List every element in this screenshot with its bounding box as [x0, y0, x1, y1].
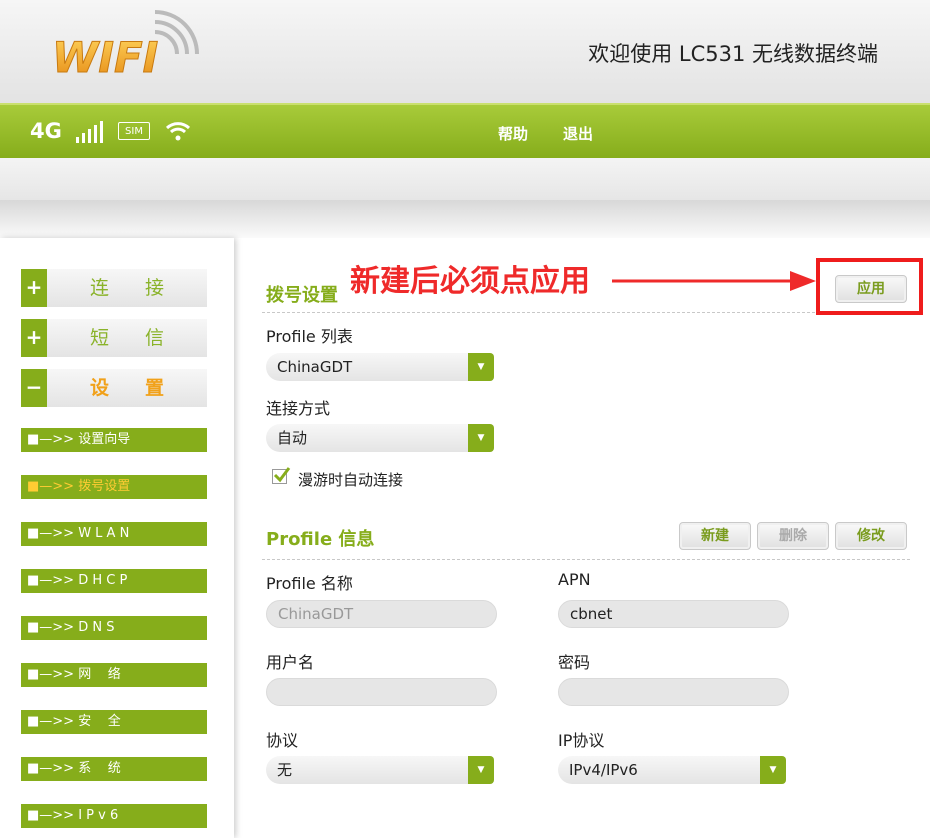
- profile-list-label: Profile 列表: [266, 327, 353, 346]
- wifi-logo: WIFI: [52, 10, 199, 83]
- expand-icon: +: [21, 319, 47, 357]
- collapse-icon: −: [21, 369, 47, 407]
- protocol-label: 协议: [266, 731, 299, 750]
- ip-protocol-select[interactable]: IPv4/IPv6 ▼: [558, 756, 786, 784]
- protocol-value: 无: [277, 761, 293, 779]
- ip-protocol-label: IP协议: [558, 731, 605, 750]
- status-bar: 4G SIM 帮助 退出: [0, 103, 930, 158]
- delete-button[interactable]: 删除: [757, 522, 829, 550]
- submenu-security[interactable]: ■—>> 安 全: [21, 710, 207, 734]
- profile-list-select[interactable]: ChinaGDT ▼: [266, 353, 494, 381]
- submenu-dhcp[interactable]: ■—>> D H C P: [21, 569, 207, 593]
- roaming-label: 漫游时自动连接: [298, 471, 404, 489]
- menu-connect[interactable]: + 连接: [21, 269, 207, 307]
- svg-text:WIFI: WIFI: [52, 33, 158, 82]
- submenu-dial-settings[interactable]: ■—>> 拨号设置: [21, 475, 207, 499]
- dropdown-arrow-icon: ▼: [468, 353, 494, 381]
- dropdown-arrow-icon: ▼: [760, 756, 786, 784]
- section-title-profile-info: Profile 信息: [266, 529, 375, 550]
- profile-name-label: Profile 名称: [266, 574, 353, 593]
- roaming-checkbox[interactable]: [272, 467, 291, 484]
- profile-name-field[interactable]: ChinaGDT: [266, 600, 497, 628]
- modify-button[interactable]: 修改: [835, 522, 907, 550]
- menu-label: 连接: [47, 269, 207, 307]
- submenu-setup-wizard[interactable]: ■—>> 设置向导: [21, 428, 207, 452]
- help-link[interactable]: 帮助: [498, 123, 528, 144]
- annotation-arrow-icon: [612, 271, 816, 291]
- apn-field[interactable]: cbnet: [558, 600, 789, 628]
- section-title-dial: 拨号设置: [266, 285, 338, 306]
- menu-settings[interactable]: − 设置: [21, 369, 207, 407]
- network-type: 4G: [30, 119, 62, 143]
- submenu-wlan[interactable]: ■—>> W L A N: [21, 522, 207, 546]
- apply-button[interactable]: 应用: [835, 275, 907, 303]
- divider: [262, 312, 910, 313]
- welcome-title: 欢迎使用 LC531 无线数据终端: [588, 42, 878, 66]
- new-button[interactable]: 新建: [679, 522, 751, 550]
- connect-mode-value: 自动: [277, 429, 308, 447]
- profile-list-value: ChinaGDT: [277, 358, 353, 376]
- divider: [262, 559, 910, 560]
- dropdown-arrow-icon: ▼: [468, 756, 494, 784]
- username-label: 用户名: [266, 653, 315, 672]
- submenu-dns[interactable]: ■—>> D N S: [21, 616, 207, 640]
- connect-mode-select[interactable]: 自动 ▼: [266, 424, 494, 452]
- sim-icon: SIM: [118, 122, 150, 140]
- sub-bar: [0, 158, 930, 200]
- apn-label: APN: [558, 570, 591, 589]
- divider: [0, 200, 930, 238]
- password-label: 密码: [558, 653, 591, 672]
- expand-icon: +: [21, 269, 47, 307]
- header: WIFI 欢迎使用 LC531 无线数据终端: [0, 0, 930, 103]
- signal-bars-icon: [76, 121, 103, 143]
- wifi-icon: [165, 122, 191, 141]
- protocol-select[interactable]: 无 ▼: [266, 756, 494, 784]
- submenu-ipv6[interactable]: ■—>> I P v 6: [21, 804, 207, 828]
- password-field[interactable]: [558, 678, 789, 706]
- dropdown-arrow-icon: ▼: [468, 424, 494, 452]
- logout-link[interactable]: 退出: [563, 123, 593, 144]
- menu-label: 短信: [47, 319, 207, 357]
- username-field[interactable]: [266, 678, 497, 706]
- annotation-text: 新建后必须点应用: [350, 264, 590, 299]
- submenu-system[interactable]: ■—>> 系 统: [21, 757, 207, 781]
- menu-label: 设置: [47, 369, 207, 407]
- submenu-network[interactable]: ■—>> 网 络: [21, 663, 207, 687]
- ip-protocol-value: IPv4/IPv6: [569, 761, 638, 779]
- connect-mode-label: 连接方式: [266, 399, 331, 418]
- checkmark-icon: [273, 467, 291, 483]
- menu-sms[interactable]: + 短信: [21, 319, 207, 357]
